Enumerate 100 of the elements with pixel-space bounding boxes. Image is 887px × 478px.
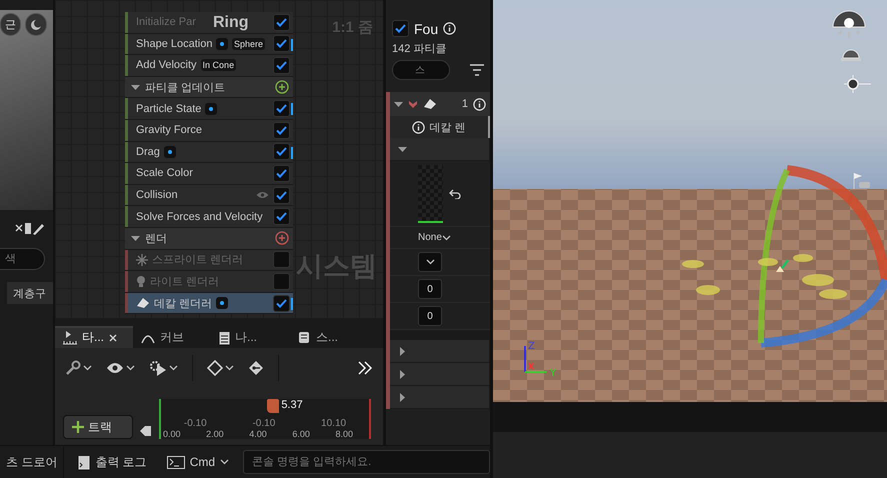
add-circle-icon[interactable]	[275, 80, 289, 94]
section-header[interactable]: 렌더	[125, 228, 293, 250]
module-name: 스프라이트 렌더러	[152, 253, 244, 268]
info-icon[interactable]	[473, 98, 486, 110]
panel-tab[interactable]: 타...	[55, 326, 133, 348]
renderer-title: 데칼 렌	[429, 120, 466, 134]
tab-label: 스...	[316, 329, 338, 346]
module-name: Solve Forces and Velocity	[136, 210, 263, 223]
gear-play-icon	[149, 360, 167, 376]
caret-down-icon[interactable]	[131, 82, 140, 92]
renderer-header[interactable]: 1	[390, 92, 490, 116]
checkbox[interactable]	[273, 122, 290, 139]
search-field[interactable]: 스	[392, 60, 450, 80]
reset-arrow-icon[interactable]	[449, 188, 461, 198]
playhead-time: 5.37	[281, 399, 303, 411]
checkbox[interactable]	[273, 294, 290, 312]
module-row[interactable]: Scale Color	[125, 163, 293, 185]
module-row[interactable]: Collision	[125, 184, 293, 206]
caret-down-icon[interactable]	[394, 100, 403, 108]
module-row[interactable]: 데칼 렌더러	[125, 292, 293, 314]
checkbox[interactable]	[273, 208, 290, 226]
scroll-icon	[297, 331, 311, 344]
emitter-name: Fou	[414, 20, 438, 36]
console-input[interactable]: 콘솔 명령을 입력하세요.	[243, 450, 490, 474]
chevron-icon	[126, 364, 135, 371]
check-icon	[276, 190, 287, 200]
info-icon[interactable]	[412, 120, 426, 134]
playback-dropdown[interactable]	[149, 360, 178, 376]
chevron-icon	[426, 259, 434, 265]
check-icon	[276, 168, 287, 178]
cmd-dropdown[interactable]: Cmd	[160, 455, 236, 469]
chevron-icon	[169, 364, 178, 371]
toggle-button[interactable]	[25, 13, 47, 36]
module-tag: Sphere	[232, 38, 265, 50]
eye-icon	[106, 362, 124, 374]
wrench-dropdown[interactable]	[65, 360, 92, 376]
module-row[interactable]: Shape Location Sphere	[125, 34, 293, 56]
axis-indicator-drawing: Z X Y	[523, 340, 563, 376]
caret-down-icon[interactable]	[131, 234, 140, 243]
view-dropdown[interactable]	[106, 362, 135, 374]
section-title: 렌더	[145, 232, 167, 246]
search-field[interactable]: 색	[0, 248, 45, 270]
caret-right-icon[interactable]	[398, 392, 407, 402]
module-name: Add Velocity	[136, 59, 197, 72]
timeline-ruler[interactable]: 5.37 -0.10 -0.10 10.10 0.00 2.00 4.00 6.00 8.00	[159, 399, 371, 439]
view-mode-button[interactable]: 근	[0, 13, 21, 36]
module-name: 데칼 렌더러	[154, 296, 212, 311]
checkbox[interactable]	[273, 35, 290, 52]
module-name: Scale Color	[136, 167, 193, 180]
check-icon	[395, 24, 406, 33]
checkbox[interactable]	[273, 56, 290, 74]
key-dropdown[interactable]	[207, 360, 234, 376]
check-icon	[276, 39, 287, 48]
range-label: 10.10	[321, 418, 346, 429]
caret-down-icon[interactable]	[398, 144, 407, 154]
chevron-badge-icon	[408, 99, 418, 109]
terminal-icon	[166, 456, 185, 468]
caret-right-icon[interactable]	[398, 370, 407, 378]
close-icon[interactable]	[15, 224, 23, 232]
module-row[interactable]: Particle State	[125, 98, 293, 120]
eye-icon[interactable]	[256, 191, 269, 200]
flag-icon[interactable]	[851, 172, 871, 190]
tab-label: 커브	[160, 329, 184, 346]
module-name: Initialize Par	[136, 16, 196, 28]
module-row[interactable]: Add Velocity In Cone	[125, 55, 293, 77]
checkbox[interactable]	[273, 164, 290, 182]
module-row[interactable]: Solve Forces and Velocity	[125, 206, 293, 228]
output-log-button[interactable]: 출력 로그	[72, 454, 153, 470]
checkbox[interactable]	[273, 100, 290, 118]
checkbox[interactable]	[273, 186, 290, 204]
double-chevron-icon	[357, 360, 373, 375]
info-icon[interactable]	[443, 22, 456, 35]
playhead-handle[interactable]	[267, 399, 280, 413]
add-track-button[interactable]: 트랙	[63, 415, 133, 439]
check-icon	[276, 104, 287, 114]
module-row[interactable]: Gravity Force	[125, 120, 293, 142]
checkbox[interactable]	[392, 20, 409, 37]
material-dropdown[interactable]: None	[418, 232, 451, 243]
key-button[interactable]	[248, 360, 264, 376]
hierarchy-button[interactable]: 계층구	[7, 282, 53, 304]
tick-label: 6.00	[292, 429, 310, 439]
checkbox[interactable]	[273, 143, 290, 160]
check-icon	[276, 18, 287, 27]
dropdown[interactable]	[418, 252, 442, 272]
renderer-index: 1	[462, 98, 468, 110]
paper-icon	[423, 98, 437, 110]
more-button[interactable]	[357, 360, 373, 375]
sun-icon[interactable]	[844, 75, 872, 93]
close-icon[interactable]	[109, 334, 118, 342]
number-field[interactable]: 0	[418, 306, 442, 326]
add-circle-icon[interactable]	[275, 231, 289, 246]
material-thumbnail[interactable]	[418, 164, 443, 222]
tick-label: 4.00	[249, 429, 267, 439]
number-field[interactable]: 0	[418, 279, 442, 299]
section-header[interactable]: 파티클 업데이트	[125, 76, 293, 98]
tick-label: 2.00	[206, 429, 224, 439]
paper-icon	[136, 297, 150, 310]
module-row[interactable]: Drag	[125, 142, 293, 164]
content-drawer-label[interactable]: 츠 드로어	[0, 446, 64, 478]
caret-right-icon[interactable]	[398, 346, 407, 356]
